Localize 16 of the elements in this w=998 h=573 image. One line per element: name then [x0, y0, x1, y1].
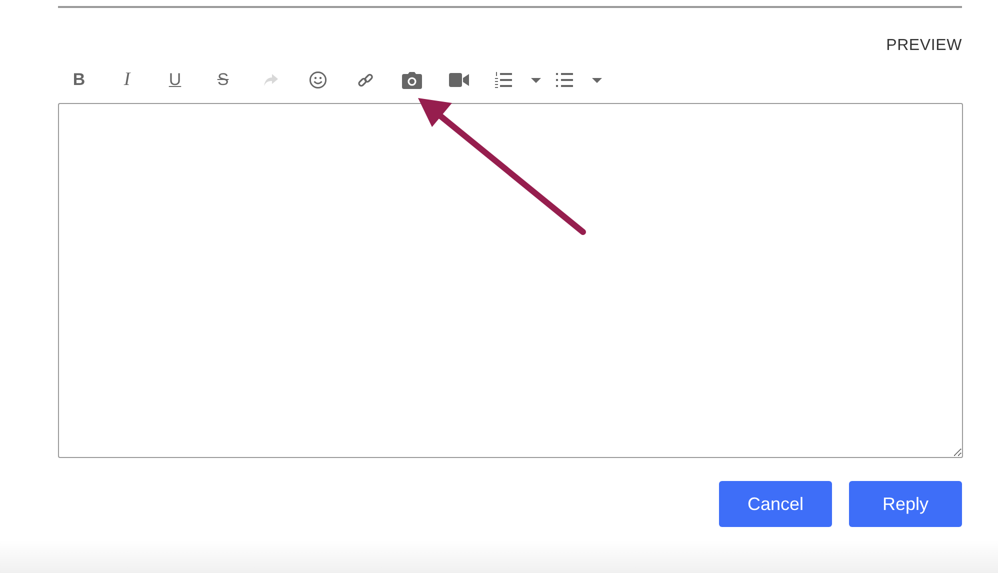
caret-icon[interactable]: [531, 78, 541, 82]
cancel-button[interactable]: Cancel: [719, 481, 832, 527]
reply-button[interactable]: Reply: [849, 481, 962, 527]
video-camera-icon[interactable]: [449, 73, 469, 87]
message-field[interactable]: [58, 103, 963, 458]
link-icon[interactable]: [356, 72, 374, 88]
caret-icon[interactable]: [592, 78, 602, 82]
bullet-list-icon[interactable]: [556, 73, 573, 87]
camera-icon[interactable]: [402, 72, 422, 88]
format-button[interactable]: U: [164, 70, 186, 90]
format-button[interactable]: B: [68, 70, 90, 90]
numbered-list-icon[interactable]: [495, 72, 512, 88]
format-button[interactable]: S: [212, 70, 234, 90]
preview-link[interactable]: PREVIEW: [886, 37, 962, 55]
format-button[interactable]: I: [116, 70, 138, 90]
smiley-icon[interactable]: [309, 71, 327, 89]
